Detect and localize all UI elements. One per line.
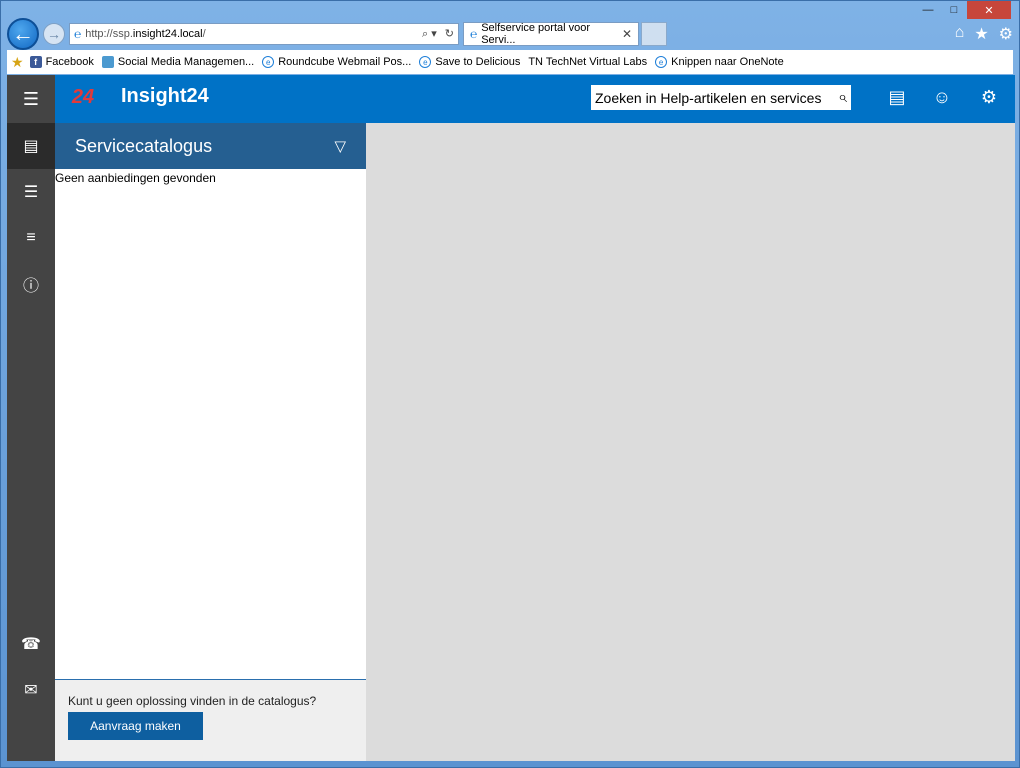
- search-dropdown-icon[interactable]: ⌕ ▾: [422, 27, 437, 41]
- ie-icon: ℮: [470, 27, 478, 41]
- catalog-footer: Kunt u geen oplossing vinden in de catal…: [55, 679, 366, 761]
- search-icon[interactable]: ⌕: [838, 89, 847, 107]
- search-input[interactable]: [595, 89, 839, 106]
- catalog-header: Servicecatalogus ▽: [55, 123, 366, 169]
- address-actions: ⌕ ▾ ↻: [422, 27, 454, 41]
- favorite-delicious[interactable]: e Save to Delicious: [419, 56, 520, 68]
- left-navigation-rail: ▤ ☰ ≡ ⓘ ☎ ✉: [7, 123, 55, 761]
- help-nav-icon[interactable]: ⓘ: [7, 261, 55, 307]
- window-controls: — □ ✕: [915, 1, 1011, 19]
- favorite-label: Knippen naar OneNote: [671, 56, 784, 68]
- footer-prompt: Kunt u geen oplossing vinden in de catal…: [68, 694, 317, 708]
- favorite-label: Save to Delicious: [435, 56, 521, 68]
- home-icon[interactable]: ⌂: [955, 24, 965, 44]
- hamburger-menu-icon[interactable]: ☰: [7, 75, 55, 123]
- filter-icon[interactable]: ▽: [334, 137, 346, 155]
- catalog-title: Servicecatalogus: [75, 135, 213, 156]
- favorite-label: Facebook: [45, 56, 94, 68]
- favorite-facebook[interactable]: f Facebook: [29, 56, 94, 68]
- social-icon: [101, 56, 114, 68]
- add-favorite-icon[interactable]: ★: [11, 54, 24, 71]
- tab-title: Selfservice portal voor Servi...: [481, 22, 591, 46]
- address-prefix: http://ssp.: [85, 28, 133, 40]
- browser-tab[interactable]: ℮ Selfservice portal voor Servi... ✕: [463, 22, 639, 46]
- main-content-area: [366, 123, 1015, 761]
- favorite-social-media[interactable]: Social Media Managemen...: [101, 56, 255, 68]
- browser-toolbar-icons: ⌂ ★ ⚙: [955, 24, 1013, 44]
- maximize-button[interactable]: □: [941, 1, 967, 19]
- favorite-label: TN TechNet Virtual Labs: [528, 56, 648, 68]
- address-bar[interactable]: ℮ http://ssp. insight24.local / ⌕ ▾ ↻: [69, 23, 459, 45]
- favorite-label: Roundcube Webmail Pos...: [278, 56, 412, 68]
- feedback-icon[interactable]: ▤: [885, 87, 909, 108]
- settings-icon[interactable]: ⚙: [977, 87, 1001, 108]
- service-catalog-panel: Servicecatalogus ▽ Geen aanbiedingen gev…: [55, 123, 366, 761]
- address-suffix: /: [202, 28, 206, 40]
- back-button[interactable]: ←: [7, 18, 39, 50]
- empty-results-message: Geen aanbiedingen gevonden: [55, 171, 216, 185]
- refresh-icon[interactable]: ↻: [445, 27, 454, 41]
- favorites-bar: ★ f Facebook Social Media Managemen... e…: [7, 50, 1013, 74]
- tab-close-icon[interactable]: ✕: [622, 27, 632, 41]
- brand-title: Insight24: [121, 85, 209, 107]
- mail-icon[interactable]: ✉: [7, 667, 55, 713]
- favorite-label: Social Media Managemen...: [117, 56, 255, 68]
- ie-page-icon: e: [262, 56, 275, 68]
- browser-window: — □ ✕ ← → ℮ http://ssp. insight24.local / …: [0, 0, 1020, 768]
- my-activities-nav-icon[interactable]: ≡: [7, 215, 55, 261]
- navigation-row: ← → ℮ http://ssp. insight24.local / ⌕ ▾ ↻ …: [7, 18, 1013, 50]
- ie-icon: ℮: [74, 27, 82, 41]
- favorite-technet[interactable]: TN TechNet Virtual Labs: [528, 56, 647, 68]
- minimize-button[interactable]: —: [915, 1, 941, 19]
- ie-page-icon: e: [655, 56, 668, 68]
- app-header: ☰ 24 Insight24 ⌕ ▤ ☺ ⚙: [7, 75, 1015, 123]
- create-request-button[interactable]: Aanvraag maken: [68, 712, 203, 740]
- phone-icon[interactable]: ☎: [7, 621, 55, 667]
- user-profile-icon[interactable]: ☺: [930, 87, 954, 108]
- close-window-button[interactable]: ✕: [967, 1, 1011, 19]
- new-tab-button[interactable]: [641, 22, 667, 46]
- address-host: insight24.local: [132, 28, 203, 40]
- favorite-onenote[interactable]: e Knippen naar OneNote: [655, 56, 784, 68]
- ie-page-icon: e: [419, 56, 432, 68]
- settings-gear-icon[interactable]: ⚙: [999, 24, 1013, 44]
- facebook-icon: f: [29, 56, 42, 68]
- my-requests-nav-icon[interactable]: ☰: [7, 169, 55, 215]
- forward-button[interactable]: →: [43, 23, 65, 45]
- favorites-star-icon[interactable]: ★: [974, 24, 988, 44]
- service-catalog-nav-icon[interactable]: ▤: [7, 123, 55, 169]
- search-box: ⌕: [591, 85, 851, 110]
- portal-app: ☰ 24 Insight24 ⌕ ▤ ☺ ⚙ ▤ ☰ ≡ ⓘ ☎ ✉ Servi…: [7, 75, 1015, 761]
- favorite-roundcube[interactable]: e Roundcube Webmail Pos...: [262, 56, 411, 68]
- insight24-logo: 24: [71, 85, 95, 108]
